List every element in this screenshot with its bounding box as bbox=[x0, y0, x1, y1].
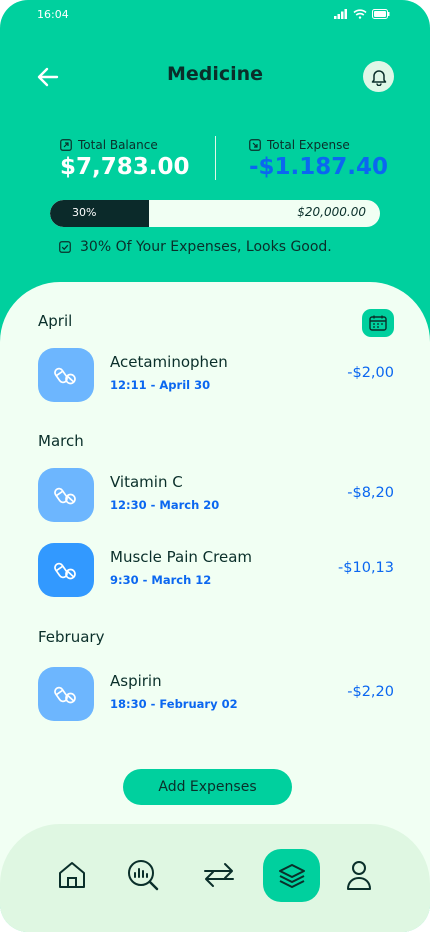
bottom-nav bbox=[0, 824, 430, 932]
item-name: Acetaminophen bbox=[110, 353, 228, 371]
add-expenses-button[interactable]: Add Expenses bbox=[123, 769, 292, 805]
item-timestamp: 12:11 - April 30 bbox=[110, 378, 211, 392]
pill-icon-tile bbox=[38, 543, 94, 597]
total-balance-value: $7,783.00 bbox=[60, 154, 190, 180]
item-timestamp: 12:30 - March 20 bbox=[110, 498, 220, 512]
bell-icon bbox=[371, 69, 386, 86]
pill-icon bbox=[54, 487, 76, 505]
notifications-button[interactable] bbox=[363, 61, 394, 92]
total-balance: Total Balance $7,783.00 bbox=[60, 138, 190, 180]
item-timestamp: 18:30 - February 02 bbox=[110, 697, 238, 711]
battery-icon bbox=[372, 9, 390, 19]
month-header: April bbox=[38, 312, 73, 330]
item-amount: -$10,13 bbox=[338, 560, 394, 576]
total-balance-label: Total Balance bbox=[78, 138, 158, 152]
checkbox-icon bbox=[59, 241, 71, 253]
income-icon bbox=[60, 139, 72, 151]
progress-goal: $20,000.00 bbox=[297, 205, 366, 219]
list-item[interactable]: Aspirin 18:30 - February 02 -$2,20 bbox=[38, 667, 394, 721]
pill-icon-tile bbox=[38, 468, 94, 522]
expense-icon bbox=[249, 139, 261, 151]
nav-categories[interactable] bbox=[263, 849, 320, 902]
progress-fill bbox=[50, 200, 149, 227]
item-amount: -$2,00 bbox=[347, 365, 394, 381]
list-item[interactable]: Muscle Pain Cream 9:30 - March 12 -$10,1… bbox=[38, 543, 394, 597]
item-timestamp: 9:30 - March 12 bbox=[110, 573, 212, 587]
profile-icon bbox=[347, 861, 371, 890]
pill-icon-tile bbox=[38, 348, 94, 402]
transfer-icon bbox=[204, 863, 234, 887]
wifi-icon bbox=[353, 9, 367, 19]
status-time: 16:04 bbox=[37, 8, 69, 21]
month-header: March bbox=[38, 432, 84, 450]
nav-analysis[interactable] bbox=[118, 850, 168, 900]
status-note: 30% Of Your Expenses, Looks Good. bbox=[59, 239, 332, 255]
calendar-icon bbox=[369, 315, 387, 331]
item-amount: -$8,20 bbox=[347, 485, 394, 501]
item-amount: -$2,20 bbox=[347, 684, 394, 700]
progress-percent: 30% bbox=[72, 206, 97, 219]
item-name: Aspirin bbox=[110, 672, 162, 690]
nav-profile[interactable] bbox=[334, 850, 384, 900]
total-expense-label: Total Expense bbox=[267, 138, 350, 152]
status-note-text: 30% Of Your Expenses, Looks Good. bbox=[80, 239, 332, 255]
layers-icon bbox=[278, 863, 305, 888]
screen: 16:04 Medicine Total Balance $7,783.00 T… bbox=[0, 0, 430, 932]
analysis-icon bbox=[128, 860, 159, 891]
pill-icon bbox=[54, 562, 76, 580]
total-expense: Total Expense -$1.187.40 bbox=[249, 138, 388, 180]
signal-icon bbox=[334, 9, 347, 19]
nav-transfer[interactable] bbox=[194, 850, 244, 900]
pill-icon bbox=[54, 367, 76, 385]
nav-home[interactable] bbox=[47, 850, 97, 900]
total-expense-value: -$1.187.40 bbox=[249, 154, 389, 180]
pill-icon-tile bbox=[38, 667, 94, 721]
pill-icon bbox=[54, 686, 76, 704]
item-name: Muscle Pain Cream bbox=[110, 548, 253, 566]
calendar-button[interactable] bbox=[362, 309, 394, 337]
list-item[interactable]: Vitamin C 12:30 - March 20 -$8,20 bbox=[38, 468, 394, 522]
item-name: Vitamin C bbox=[110, 473, 183, 491]
status-bar: 16:04 bbox=[37, 8, 390, 24]
expense-progress-bar: 30% $20,000.00 bbox=[50, 200, 380, 227]
list-item[interactable]: Acetaminophen 12:11 - April 30 -$2,00 bbox=[38, 348, 394, 402]
home-icon bbox=[59, 862, 85, 888]
divider bbox=[215, 136, 216, 180]
month-header: February bbox=[38, 628, 105, 646]
